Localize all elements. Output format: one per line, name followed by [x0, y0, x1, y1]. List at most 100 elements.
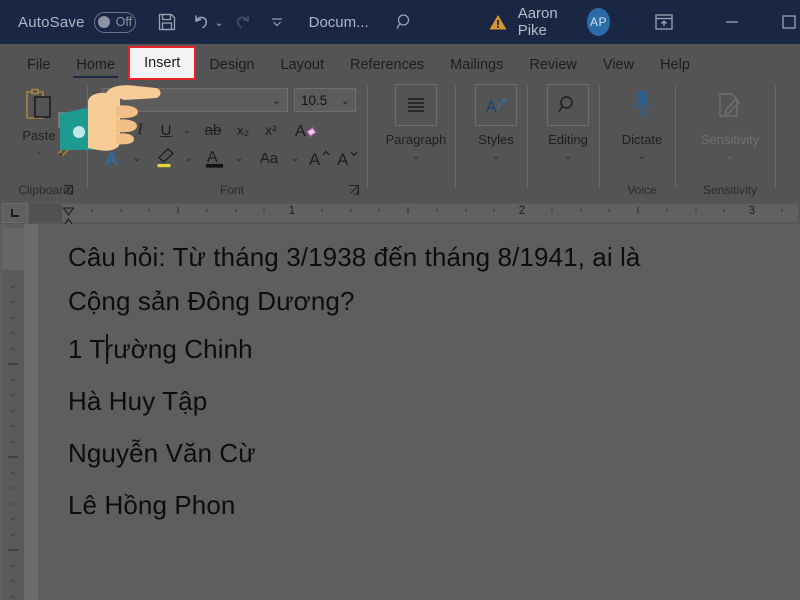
account-name[interactable]: Aaron Pike — [518, 5, 577, 39]
document-line: Cộng sản Đông Dương? — [68, 286, 355, 317]
undo-icon[interactable] — [191, 9, 211, 35]
ruler-tick — [11, 286, 15, 288]
title-bar: AutoSave Off ⌄ Docum... — [0, 0, 800, 44]
search-icon[interactable] — [395, 9, 416, 35]
autosave-toggle[interactable]: Off — [94, 12, 137, 33]
tab-help[interactable]: Help — [647, 50, 703, 80]
tab-view[interactable]: View — [590, 50, 647, 80]
ruler-tick — [8, 363, 18, 365]
autosave-label: AutoSave — [18, 14, 85, 31]
document-title[interactable]: Docum... — [309, 14, 369, 31]
underline-dropdown-caret[interactable]: ⌄ — [180, 118, 194, 142]
editing-button[interactable]: Editing ⌄ — [536, 84, 600, 161]
document-line: Lê Hồng Phon — [68, 490, 235, 521]
first-line-indent-marker[interactable] — [62, 203, 75, 212]
ruler-tick — [637, 207, 639, 214]
styles-button[interactable]: A Styles ⌄ — [464, 84, 528, 161]
font-color-icon[interactable]: A — [202, 146, 228, 170]
ruler-tick — [206, 209, 208, 212]
font-size-caret[interactable]: ⌄ — [341, 94, 355, 107]
tab-layout[interactable]: Layout — [267, 50, 337, 80]
tab-review[interactable]: Review — [516, 50, 590, 80]
svg-text:A: A — [337, 150, 349, 169]
sensitivity-icon — [709, 84, 751, 126]
styles-label: Styles — [478, 132, 513, 147]
ruler-tick — [263, 209, 265, 212]
minimize-button[interactable] — [722, 9, 743, 35]
dictate-label: Dictate — [622, 132, 662, 147]
avatar[interactable]: AP — [587, 8, 610, 36]
superscript-button[interactable]: x² — [260, 118, 282, 142]
ruler-tick — [11, 503, 15, 505]
group-separator — [675, 86, 676, 188]
ruler-tick — [11, 472, 15, 474]
ruler-tick — [666, 209, 668, 212]
clear-formatting-icon[interactable]: A — [292, 118, 322, 142]
save-icon[interactable] — [156, 9, 177, 35]
tab-file[interactable]: File — [14, 50, 63, 80]
document-left-gutter — [24, 224, 38, 600]
tab-references[interactable]: References — [337, 50, 437, 80]
ruler-tick — [11, 317, 15, 319]
svg-text:A: A — [486, 99, 497, 116]
editing-caret[interactable]: ⌄ — [563, 151, 572, 161]
grow-font-button[interactable]: A — [308, 146, 332, 170]
dictate-button[interactable]: Dictate ⌄ — [608, 84, 676, 161]
ruler-tick — [11, 441, 15, 443]
ribbon-group-voice: Dictate ⌄ Voice — [608, 80, 676, 202]
subscript-button[interactable]: x₂ — [232, 118, 254, 142]
vertical-ruler[interactable] — [2, 228, 24, 600]
paste-dropdown-caret[interactable]: ⌄ — [34, 146, 43, 156]
undo-dropdown-caret[interactable]: ⌄ — [213, 9, 224, 35]
paragraph-icon — [395, 84, 437, 126]
font-color-caret[interactable]: ⌄ — [232, 146, 246, 170]
ruler-tick — [148, 209, 150, 212]
ruler-top-margin — [2, 228, 24, 270]
text-cursor — [106, 334, 108, 364]
ruler-tick — [11, 580, 15, 582]
clipboard-dialog-launcher-icon[interactable] — [62, 183, 76, 197]
editing-find-icon — [547, 84, 589, 126]
strikethrough-button[interactable]: ab — [200, 118, 226, 142]
ruler-tick — [11, 565, 15, 567]
customize-quick-access-icon[interactable] — [269, 9, 285, 35]
styles-caret[interactable]: ⌄ — [491, 151, 500, 161]
maximize-button[interactable] — [779, 9, 800, 35]
change-case-caret[interactable]: ⌄ — [288, 146, 302, 170]
change-case-button[interactable]: Aa — [252, 146, 286, 170]
ribbon-display-options-icon[interactable] — [654, 10, 674, 34]
highlight-caret[interactable]: ⌄ — [182, 146, 196, 170]
group-separator — [455, 86, 456, 188]
shrink-font-button[interactable]: A — [336, 146, 360, 170]
svg-text:A: A — [207, 149, 218, 166]
ruler-tick — [91, 209, 93, 212]
paragraph-button[interactable]: Paragraph ⌄ — [376, 84, 456, 161]
ruler-tick — [8, 549, 18, 551]
dictate-caret[interactable]: ⌄ — [637, 151, 646, 161]
ruler-tick — [11, 596, 15, 598]
warning-icon[interactable] — [488, 11, 508, 33]
document-page[interactable]: Câu hỏi: Từ tháng 3/1938 đến tháng 8/194… — [38, 224, 800, 600]
paragraph-caret[interactable]: ⌄ — [411, 151, 420, 161]
sensitivity-button: Sensitivity ⌄ — [684, 84, 776, 161]
ribbon-group-sensitivity: Sensitivity ⌄ Sensitivity — [684, 80, 776, 202]
font-dialog-launcher-icon[interactable] — [348, 183, 362, 197]
tab-design[interactable]: Design — [196, 50, 267, 80]
group-separator — [527, 86, 528, 188]
ribbon-group-paragraph: Paragraph ⌄ — [376, 80, 456, 202]
svg-text:A: A — [295, 123, 306, 140]
ruler-tick — [11, 379, 15, 381]
pointing-hand-cursor — [58, 66, 166, 158]
ruler-tick — [608, 209, 610, 212]
paragraph-label: Paragraph — [386, 132, 447, 147]
document-line: Câu hỏi: Từ tháng 3/1938 đến tháng 8/194… — [68, 242, 641, 273]
tab-mailings[interactable]: Mailings — [437, 50, 516, 80]
sensitivity-group-label: Sensitivity — [684, 183, 776, 197]
document-line: Hà Huy Tập — [68, 386, 207, 417]
font-size-combobox[interactable]: 10.5 ⌄ — [294, 88, 356, 112]
voice-group-label: Voice — [608, 183, 676, 197]
ruler-tick — [436, 209, 438, 212]
ribbon-group-styles: A Styles ⌄ — [464, 80, 528, 202]
font-name-caret[interactable]: ⌄ — [272, 94, 287, 107]
hanging-indent-marker[interactable] — [62, 214, 75, 223]
